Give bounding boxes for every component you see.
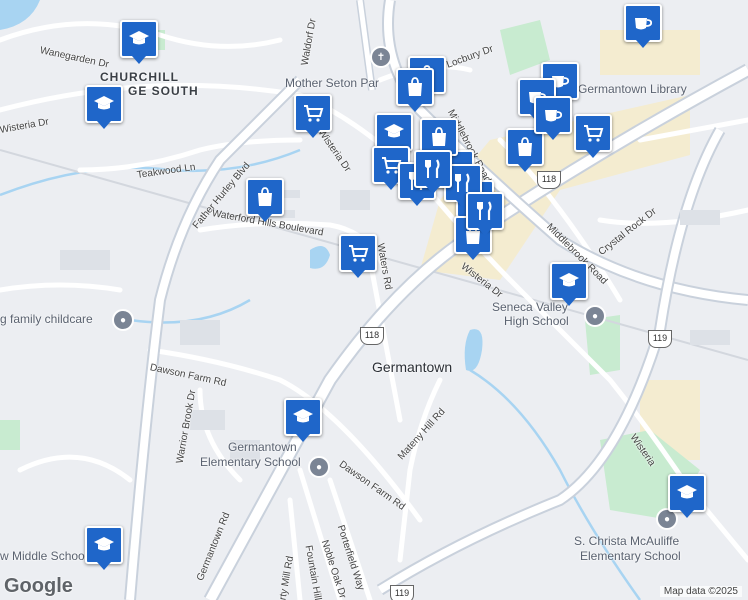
mcauliffe-label: S. Christa McAuliffe — [574, 534, 680, 548]
shopping-cart-marker-icon[interactable] — [294, 94, 332, 138]
coffee-marker-icon[interactable] — [534, 96, 572, 140]
school-marker-icon[interactable] — [85, 85, 123, 129]
germantown-label: Germantown — [372, 359, 453, 375]
mother-seton-label: Mother Seton Par — [285, 76, 380, 90]
shopping-cart-marker-icon[interactable] — [339, 234, 377, 278]
germantown-es-label: Germantown — [228, 440, 297, 454]
map-data-attribution[interactable]: Map data ©2025 — [659, 586, 742, 597]
germantown-es-label-2: Elementary School — [200, 455, 301, 469]
route-shield-119-east: 119 — [648, 330, 672, 348]
google-logo: Google — [4, 575, 73, 597]
route-shield-119-south: 119 — [390, 585, 414, 600]
church-poi-icon[interactable]: ✝ — [370, 46, 392, 68]
coffee-marker-icon[interactable] — [624, 4, 662, 48]
school-marker-icon[interactable] — [85, 526, 123, 570]
shopping-bag-marker-icon[interactable] — [246, 178, 284, 222]
family-childcare-label: g family childcare — [0, 312, 93, 326]
map-canvas[interactable]: CHURCHILL GE SOUTH Germantown Mother Set… — [0, 0, 748, 600]
seneca-valley-school-icon[interactable]: ● — [584, 305, 606, 327]
shopping-bag-marker-icon[interactable] — [396, 68, 434, 112]
seneca-valley-label-2: High School — [504, 314, 569, 328]
churchill-label: CHURCHILL — [100, 70, 179, 84]
germantown-es-school-icon[interactable]: ● — [308, 456, 330, 478]
library-label: Germantown Library — [578, 82, 687, 96]
childcare-poi-icon[interactable]: ● — [112, 309, 134, 331]
middle-school-label: w Middle School — [0, 549, 88, 563]
churchill-village-label: GE SOUTH — [128, 84, 199, 98]
seneca-valley-label: Seneca Valley — [492, 300, 568, 314]
school-marker-icon[interactable] — [120, 20, 158, 64]
route-shield-118-north: 118 — [537, 171, 561, 189]
school-marker-icon[interactable] — [550, 262, 588, 306]
school-marker-icon[interactable] — [668, 474, 706, 518]
shopping-cart-marker-icon[interactable] — [574, 114, 612, 158]
restaurant-marker-icon[interactable] — [466, 192, 504, 236]
school-marker-icon[interactable] — [284, 398, 322, 442]
mcauliffe-label-2: Elementary School — [580, 549, 681, 563]
restaurant-marker-icon[interactable] — [414, 150, 452, 194]
route-shield-118-south: 118 — [360, 327, 384, 345]
